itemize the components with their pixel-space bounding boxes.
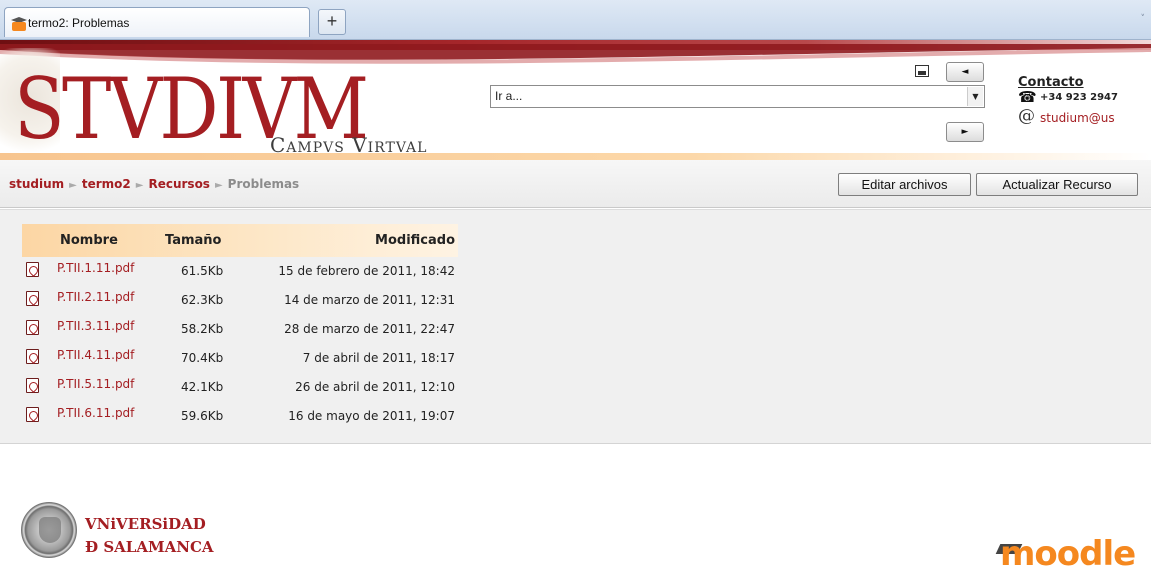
tab-list-menu-icon[interactable]: ˅ <box>1141 14 1146 24</box>
new-tab-button[interactable]: + <box>318 9 346 35</box>
breadcrumb-separator-icon: ► <box>69 180 77 191</box>
phone-icon: ☎ <box>1018 88 1037 106</box>
breadcrumb: studium ► termo2 ► Recursos ► Problemas <box>9 177 299 191</box>
university-name-line1[interactable]: VNiVERSiDAD <box>85 515 206 533</box>
moodle-logo[interactable]: moodle <box>1000 534 1136 570</box>
table-row: P.TII.4.11.pdf 70.4Kb 7 de abril de 2011… <box>22 344 458 373</box>
previous-activity-button[interactable]: ◄ <box>946 62 984 82</box>
file-modified: 15 de febrero de 2011, 18:42 <box>278 264 455 278</box>
file-link[interactable]: P.TII.3.11.pdf <box>57 319 134 333</box>
file-table-header: Nombre Tamaño Modificado <box>22 224 458 257</box>
file-modified: 26 de abril de 2011, 12:10 <box>295 380 455 394</box>
file-modified: 14 de marzo de 2011, 12:31 <box>284 293 455 307</box>
site-header: STVDIVM Campvs Virtval ◄ Ir a... ▼ ► Con… <box>0 40 1151 160</box>
file-link[interactable]: P.TII.1.11.pdf <box>57 261 134 275</box>
file-link[interactable]: P.TII.2.11.pdf <box>57 290 134 304</box>
file-size: 62.3Kb <box>181 293 224 307</box>
file-link[interactable]: P.TII.5.11.pdf <box>57 377 134 391</box>
column-header-size[interactable]: Tamaño <box>165 233 221 248</box>
edit-files-button[interactable]: Editar archivos <box>838 173 971 196</box>
pdf-file-icon <box>26 291 39 306</box>
goto-select-value: Ir a... <box>495 89 523 103</box>
file-modified: 16 de mayo de 2011, 19:07 <box>288 409 455 423</box>
goto-activity-select[interactable]: Ir a... ▼ <box>490 85 985 108</box>
file-link[interactable]: P.TII.6.11.pdf <box>57 406 134 420</box>
browser-tab[interactable]: termo2: Problemas <box>4 7 310 37</box>
file-link[interactable]: P.TII.4.11.pdf <box>57 348 134 362</box>
breadcrumb-current-page: Problemas <box>227 177 300 191</box>
pdf-file-icon <box>26 262 39 277</box>
next-activity-button[interactable]: ► <box>946 122 984 142</box>
file-size: 42.1Kb <box>181 380 224 394</box>
pdf-file-icon <box>26 320 39 335</box>
contact-phone: +34 923 2947 <box>1040 92 1118 103</box>
column-header-name[interactable]: Nombre <box>60 233 118 248</box>
table-row: P.TII.5.11.pdf 42.1Kb 26 de abril de 201… <box>22 373 458 402</box>
header-underline <box>0 153 1151 160</box>
university-seal-logo[interactable] <box>21 502 77 558</box>
breadcrumb-termo2[interactable]: termo2 <box>82 177 131 191</box>
column-header-modified[interactable]: Modificado <box>375 233 455 248</box>
table-row: P.TII.1.11.pdf 61.5Kb 15 de febrero de 2… <box>22 257 458 286</box>
file-size: 58.2Kb <box>181 322 224 336</box>
update-resource-button[interactable]: Actualizar Recurso <box>976 173 1138 196</box>
moodle-favicon-icon <box>11 16 27 31</box>
navbar: studium ► termo2 ► Recursos ► Problemas Editar… <box>0 160 1151 208</box>
tab-title: termo2: Problemas <box>28 16 130 30</box>
breadcrumb-recursos[interactable]: Recursos <box>148 177 209 191</box>
pdf-file-icon <box>26 349 39 364</box>
email-icon: @ <box>1018 106 1035 126</box>
breadcrumb-separator-icon: ► <box>135 180 144 191</box>
dock-block-icon[interactable] <box>915 65 929 77</box>
university-name-line2[interactable]: Ð SALAMANCA <box>85 538 214 556</box>
table-row: P.TII.2.11.pdf 62.3Kb 14 de marzo de 201… <box>22 286 458 315</box>
breadcrumb-studium[interactable]: studium <box>9 177 64 191</box>
file-modified: 7 de abril de 2011, 18:17 <box>302 351 455 365</box>
pdf-file-icon <box>26 378 39 393</box>
chevron-down-icon[interactable]: ▼ <box>967 87 983 106</box>
pdf-file-icon <box>26 407 39 422</box>
table-row: P.TII.3.11.pdf 58.2Kb 28 de marzo de 201… <box>22 315 458 344</box>
file-list-panel: Nombre Tamaño Modificado P.TII.1.11.pdf … <box>0 209 1151 444</box>
file-size: 70.4Kb <box>181 351 224 365</box>
table-row: P.TII.6.11.pdf 59.6Kb 16 de mayo de 2011… <box>22 402 458 431</box>
breadcrumb-separator-icon: ► <box>214 180 223 191</box>
file-size: 59.6Kb <box>181 409 224 423</box>
browser-tab-strip: termo2: Problemas + ˅ <box>0 0 1151 40</box>
file-size: 61.5Kb <box>181 264 224 278</box>
file-modified: 28 de marzo de 2011, 22:47 <box>284 322 455 336</box>
contact-email-link[interactable]: studium@us <box>1040 111 1115 125</box>
